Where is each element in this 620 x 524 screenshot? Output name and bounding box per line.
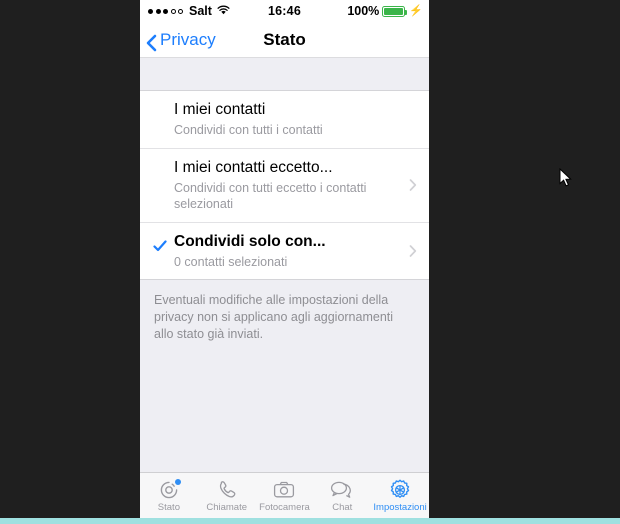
list-item-subtitle: Condividi con tutti i contatti (174, 123, 323, 138)
list-item-subtitle: 0 contatti selezionati (174, 254, 288, 269)
status-bar: Salt 16:46 100% ⚡ (140, 0, 429, 22)
privacy-options-list: I miei contatti Condividi con tutti i co… (140, 91, 429, 281)
tab-bar: Stato Chiamate Fotocamera Chat Impostazi… (140, 472, 429, 518)
battery-icon (382, 5, 408, 17)
list-item-title: Condividi solo con... (174, 232, 326, 250)
tab-label: Fotocamera (259, 501, 310, 513)
mouse-cursor (559, 167, 573, 188)
status-rings-icon (158, 478, 181, 501)
tab-label: Impostazioni (373, 501, 427, 513)
lightning-bolt-icon: ⚡ (409, 4, 423, 17)
tab-chat[interactable]: Chat (313, 473, 371, 518)
scroll-content: I miei contatti Condividi con tutti i co… (140, 58, 429, 518)
chevron-right-icon (409, 179, 417, 192)
page-title: Stato (263, 29, 306, 49)
tab-stato[interactable]: Stato (140, 473, 198, 518)
list-item-texts: Condividi solo con... 0 contatti selezio… (174, 232, 399, 271)
list-item-texts: I miei contatti Condividi con tutti i co… (174, 100, 399, 139)
phone-screen: Salt 16:46 100% ⚡ Privacy Stato I miei c… (140, 0, 429, 518)
top-spacer (140, 58, 429, 91)
tab-label: Stato (157, 501, 180, 513)
list-item-title: I miei contatti eccetto... (174, 158, 333, 176)
list-item-my-contacts[interactable]: I miei contatti Condividi con tutti i co… (140, 91, 429, 148)
chevron-right-icon (409, 245, 417, 258)
chat-bubbles-icon (330, 479, 354, 501)
status-badge-dot (174, 478, 181, 485)
battery-percent-label: 100% (347, 4, 380, 18)
checkmark-icon (153, 239, 167, 253)
tab-label: Chat (332, 501, 353, 513)
gear-icon (389, 479, 411, 501)
list-item-title: I miei contatti (174, 101, 266, 118)
bottom-teal-strip (0, 518, 620, 524)
desktop-background: Salt 16:46 100% ⚡ Privacy Stato I miei c… (0, 0, 620, 524)
tab-label: Chiamate (206, 501, 248, 513)
list-item-my-contacts-except[interactable]: I miei contatti eccetto... Condividi con… (140, 147, 429, 222)
privacy-footnote: Eventuali modifiche alle impostazioni de… (140, 280, 429, 354)
navigation-bar: Privacy Stato (140, 22, 429, 58)
list-item-texts: I miei contatti eccetto... Condividi con… (174, 158, 399, 213)
list-item-subtitle: Condividi con tutti eccetto i contatti s… (174, 180, 367, 212)
tab-fotocamera[interactable]: Fotocamera (256, 473, 314, 518)
camera-icon (273, 479, 295, 501)
tab-impostazioni[interactable]: Impostazioni (371, 473, 429, 518)
list-item-share-only-with[interactable]: Condividi solo con... 0 contatti selezio… (140, 221, 429, 280)
status-bar-right: 100% ⚡ (347, 4, 423, 18)
phone-handset-icon (216, 479, 238, 501)
tab-chiamate[interactable]: Chiamate (198, 473, 256, 518)
